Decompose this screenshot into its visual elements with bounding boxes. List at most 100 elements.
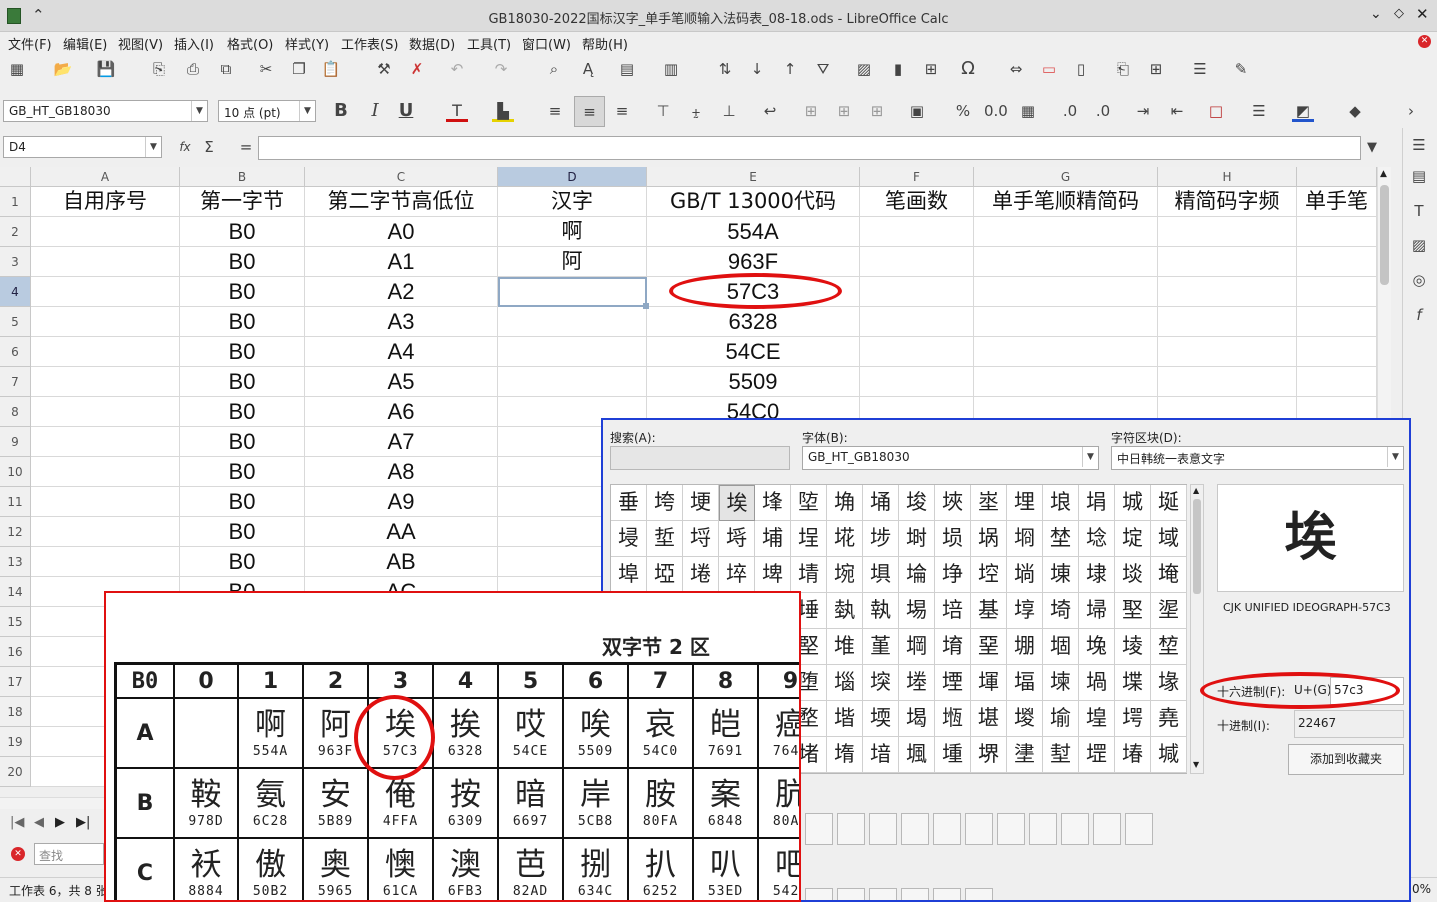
sort-asc-icon[interactable]: ↓	[746, 58, 768, 80]
border-style-icon[interactable]: ☰	[1248, 100, 1270, 122]
char-cell[interactable]: 埶	[827, 593, 863, 629]
cell-a5[interactable]	[31, 307, 180, 337]
decimal-input[interactable]: 22467	[1294, 710, 1404, 738]
cell-a11[interactable]	[31, 487, 180, 517]
scroll-thumb[interactable]	[1193, 499, 1201, 594]
align-right-icon[interactable]: ≡	[611, 100, 633, 122]
char-cell[interactable]: 堿	[1151, 737, 1187, 773]
cell-d1[interactable]: 汉字	[498, 187, 647, 217]
char-cell[interactable]: 埤	[755, 557, 791, 593]
sort-desc-icon[interactable]: ↑	[779, 58, 801, 80]
char-cell[interactable]: 埏	[1151, 485, 1187, 521]
font-color-icon[interactable]: T	[446, 100, 468, 122]
cell-a8[interactable]	[31, 397, 180, 427]
font-name-box[interactable]: GB_HT_GB18030 ▼	[3, 100, 208, 122]
cell-b12[interactable]: B0	[180, 517, 305, 547]
favorite-char-button[interactable]	[837, 888, 865, 900]
cell-h7[interactable]	[1158, 367, 1297, 397]
char-cell[interactable]: 埉	[935, 485, 971, 521]
char-cell[interactable]: 堺	[971, 737, 1007, 773]
chevron-down-icon[interactable]: ▼	[145, 137, 161, 157]
char-cell[interactable]: 埝	[1079, 521, 1115, 557]
char-cell[interactable]: 埘	[899, 521, 935, 557]
menu-view[interactable]: 视图(V)	[118, 34, 163, 53]
clone-format-icon[interactable]: ⚒	[373, 58, 395, 80]
recent-char-button[interactable]	[1029, 813, 1057, 845]
functions-icon[interactable]: f	[1408, 304, 1430, 326]
add-to-favorites-button[interactable]: 添加到收藏夹	[1288, 744, 1404, 775]
column-header-c[interactable]: C	[305, 167, 498, 187]
borders-icon[interactable]: □	[1205, 100, 1227, 122]
cell-b3[interactable]: B0	[180, 247, 305, 277]
char-cell[interactable]: 堨	[899, 701, 935, 737]
char-cell[interactable]: 埍	[1079, 485, 1115, 521]
chevron-down-icon[interactable]: ▼	[299, 101, 315, 121]
row-header-2[interactable]: 2	[0, 217, 31, 247]
cell-b11[interactable]: B0	[180, 487, 305, 517]
fill-handle[interactable]	[643, 303, 649, 309]
close-document-icon[interactable]: ✕	[1418, 35, 1431, 48]
char-cell[interactable]: 堗	[863, 665, 899, 701]
favorite-char-button[interactable]	[869, 888, 897, 900]
row-header-4[interactable]: 4	[0, 277, 31, 307]
image-icon[interactable]: ▨	[853, 58, 875, 80]
scroll-up-icon[interactable]: ▲	[1193, 486, 1199, 495]
char-cell[interactable]: 埣	[719, 557, 755, 593]
char-cell[interactable]: 堶	[827, 737, 863, 773]
recent-char-button[interactable]	[997, 813, 1025, 845]
char-cell[interactable]: 埕	[791, 521, 827, 557]
char-cell[interactable]: 埑	[647, 521, 683, 557]
char-cell[interactable]: 堮	[1115, 701, 1151, 737]
column-header-b[interactable]: B	[180, 167, 305, 187]
add-decimal-icon[interactable]: .0	[1059, 100, 1081, 122]
cell-h1[interactable]: 精简码字频	[1158, 187, 1297, 217]
delete-decimal-icon[interactable]: .0	[1092, 100, 1114, 122]
char-cell[interactable]: 垂	[611, 485, 647, 521]
row-header-3[interactable]: 3	[0, 247, 31, 277]
cell-g4[interactable]	[974, 277, 1158, 307]
char-cell[interactable]: 埇	[863, 485, 899, 521]
print-icon[interactable]: ⎙	[182, 58, 204, 80]
cell-e1[interactable]: GB/T 13000代码	[647, 187, 860, 217]
cell-i1[interactable]: 单手笔	[1297, 187, 1377, 217]
cell-h6[interactable]	[1158, 337, 1297, 367]
recent-char-button[interactable]	[901, 813, 929, 845]
header-footer-icon[interactable]: ▯	[1070, 58, 1092, 80]
expand-formula-icon[interactable]: ▼	[1361, 137, 1383, 159]
align-middle-icon[interactable]: ⨦	[685, 100, 707, 122]
scroll-up-icon[interactable]: ▲	[1380, 169, 1387, 179]
char-cell[interactable]: 埯	[1151, 557, 1187, 593]
cell-b9[interactable]: B0	[180, 427, 305, 457]
cell-f1[interactable]: 笔画数	[860, 187, 974, 217]
recent-char-button[interactable]	[1093, 813, 1121, 845]
pivot-icon[interactable]: ⊞	[920, 58, 942, 80]
highlight-icon[interactable]: ▙	[492, 100, 514, 122]
char-cell[interactable]: 堎	[1115, 629, 1151, 665]
cell-a6[interactable]	[31, 337, 180, 367]
char-cell[interactable]: 堘	[899, 665, 935, 701]
column-header-a[interactable]: A	[31, 167, 180, 187]
char-cell[interactable]: 埸	[899, 593, 935, 629]
redo-icon[interactable]: ↷	[490, 58, 512, 80]
char-cell[interactable]: 堷	[863, 737, 899, 773]
scroll-down-icon[interactable]: ▼	[1193, 760, 1199, 769]
char-cell[interactable]: 埻	[1007, 593, 1043, 629]
clear-format-icon[interactable]: ✗	[406, 58, 428, 80]
underline-button[interactable]: U	[395, 100, 417, 122]
char-cell[interactable]: 垮	[647, 485, 683, 521]
cell-a13[interactable]	[31, 547, 180, 577]
cell-a12[interactable]	[31, 517, 180, 547]
cell-c3[interactable]: A1	[305, 247, 498, 277]
char-cell[interactable]: 堉	[935, 629, 971, 665]
row-header-14[interactable]: 14	[0, 577, 31, 607]
gallery-icon[interactable]: ▨	[1408, 234, 1430, 256]
cell-g1[interactable]: 单手笔顺精简码	[974, 187, 1158, 217]
char-cell[interactable]: 基	[971, 593, 1007, 629]
char-cell[interactable]: 堛	[1007, 665, 1043, 701]
char-cell[interactable]: 執	[863, 593, 899, 629]
char-cell[interactable]: 埮	[1115, 557, 1151, 593]
char-cell[interactable]: 堪	[971, 701, 1007, 737]
align-center-icon[interactable]: ≡	[574, 96, 605, 127]
menu-sheet[interactable]: 工作表(S)	[341, 34, 398, 53]
search-input[interactable]	[610, 446, 790, 470]
